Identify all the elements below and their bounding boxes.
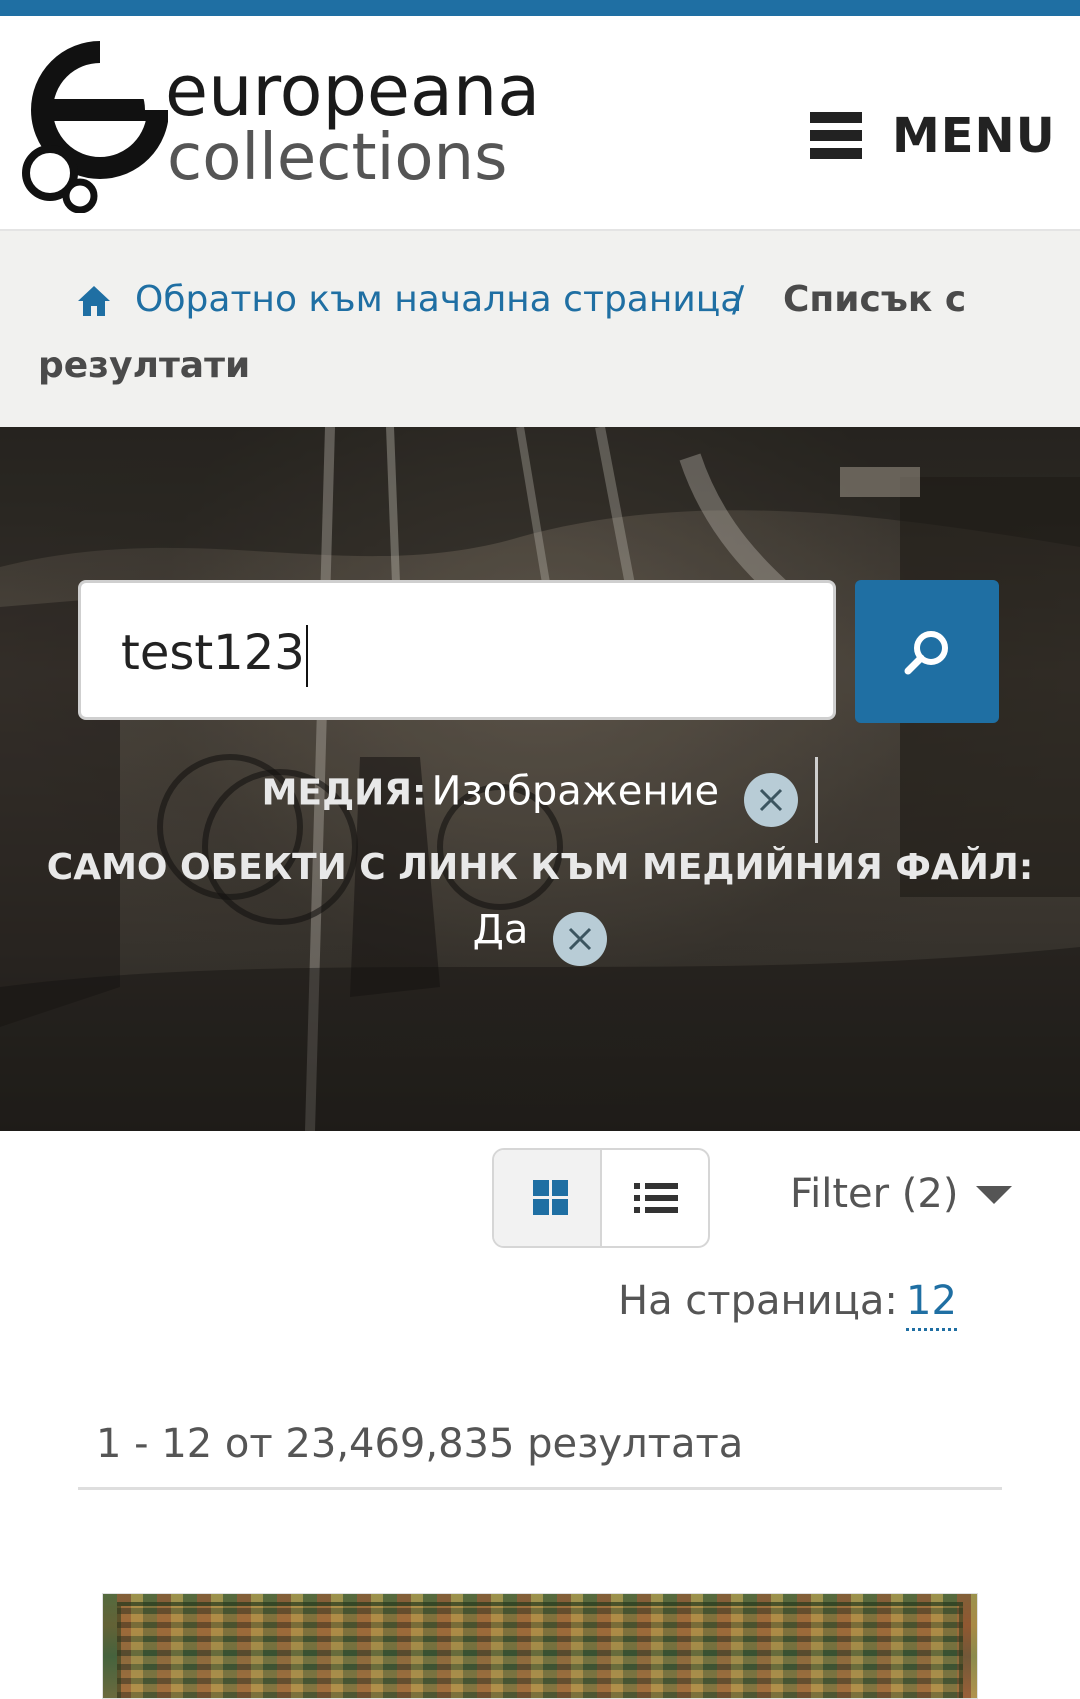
grid-view-icon xyxy=(533,1180,568,1215)
facet-value: Изображение xyxy=(431,768,720,815)
view-toggle xyxy=(492,1148,710,1248)
breadcrumb-separator: / xyxy=(732,279,745,320)
menu-label: MENU xyxy=(892,108,1056,164)
thumbnail-pattern xyxy=(117,1602,963,1698)
per-page-label: На страница: xyxy=(618,1278,898,1324)
search-hero: test123 МЕДИЯ: Изображение САМО ОБЕКТИ С… xyxy=(0,427,1080,1131)
text-caret xyxy=(305,625,308,687)
breadcrumb-home-link[interactable]: Обратно към начална страница xyxy=(135,279,742,320)
filter-dropdown[interactable]: Filter (2) xyxy=(790,1171,1013,1217)
result-thumbnail[interactable] xyxy=(102,1593,978,1699)
home-icon[interactable] xyxy=(76,283,112,319)
remove-facet-button[interactable] xyxy=(744,773,799,827)
active-facet-media-link-value: Да xyxy=(0,907,1080,966)
active-facet-media-link: САМО ОБЕКТИ С ЛИНК КЪМ МЕДИЙНИЯ ФАЙЛ: xyxy=(0,847,1080,888)
top-accent-bar xyxy=(0,0,1080,16)
logo-text-europeana: europeana xyxy=(165,50,541,132)
menu-button[interactable]: MENU xyxy=(810,106,1056,166)
facet-key: САМО ОБЕКТИ С ЛИНК КЪМ МЕДИЙНИЯ ФАЙЛ: xyxy=(46,847,1034,888)
breadcrumb-current: Списък с xyxy=(783,279,967,320)
close-icon xyxy=(760,788,783,812)
filter-label: Filter (2) xyxy=(790,1171,959,1217)
hamburger-icon xyxy=(810,112,862,159)
facet-value: Да xyxy=(472,907,529,953)
list-view-icon xyxy=(634,1183,678,1213)
grid-view-button[interactable] xyxy=(494,1150,602,1246)
search-input-value-wrap: test123 xyxy=(121,625,308,687)
site-header: europeana collections MENU xyxy=(0,16,1080,231)
facet-key: МЕДИЯ: xyxy=(261,772,427,814)
close-icon xyxy=(569,927,592,950)
breadcrumb-current-continued: резултати xyxy=(38,345,251,386)
facet-divider xyxy=(815,757,819,843)
search-input[interactable]: test123 xyxy=(78,580,836,720)
search-input-value: test123 xyxy=(121,625,305,681)
active-facet-media: МЕДИЯ: Изображение xyxy=(0,757,1080,843)
caret-down-icon xyxy=(976,1186,1013,1204)
list-view-button[interactable] xyxy=(602,1150,708,1246)
remove-facet-button[interactable] xyxy=(553,911,608,966)
breadcrumb: Обратно към начална страница / Списък с … xyxy=(0,231,1080,427)
europeana-logo-icon[interactable] xyxy=(18,38,168,213)
search-icon xyxy=(904,631,948,675)
search-button[interactable] xyxy=(855,580,999,723)
per-page-select[interactable]: 12 xyxy=(906,1278,957,1331)
results-divider xyxy=(78,1487,1002,1490)
results-count: 1 - 12 от 23,469,835 резултата xyxy=(96,1421,744,1467)
logo-text-collections: collections xyxy=(167,121,508,195)
